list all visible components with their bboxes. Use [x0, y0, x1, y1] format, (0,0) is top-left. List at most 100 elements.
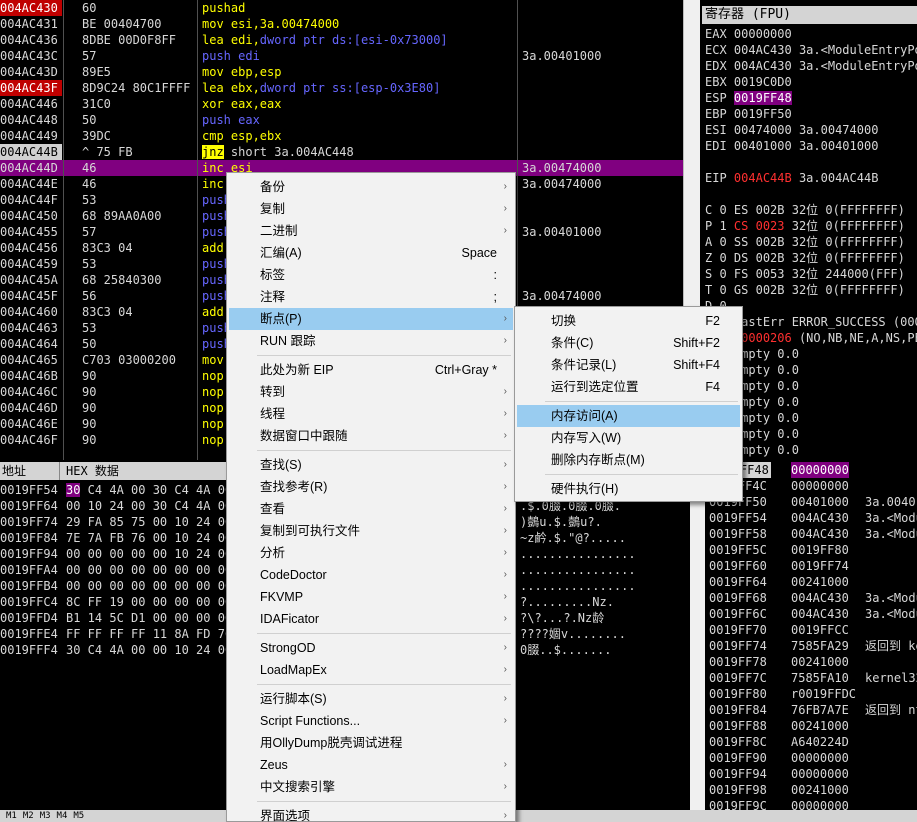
menu-item[interactable]: 复制 › [229, 198, 513, 220]
status-marker[interactable]: M1 [6, 811, 17, 821]
disasm-row[interactable]: 004AC448 50 push eax [0, 112, 683, 128]
stack-row[interactable]: 0019FF84 76FB7A7E 返回到 ntdll.76FB7A7E [705, 702, 917, 718]
stack-row[interactable]: 0019FF88 00241000 [705, 718, 917, 734]
register-value[interactable]: 0019FF50 [734, 107, 792, 121]
submenu-item[interactable]: 内存写入(W) [517, 427, 740, 449]
menu-item[interactable]: Script Functions... › [229, 710, 513, 732]
disasm-row[interactable]: 004AC446 31C0 xor eax,eax [0, 96, 683, 112]
dump-header-hex[interactable]: HEX 数据 [62, 462, 119, 480]
menu-item[interactable]: FKVMP › [229, 586, 513, 608]
stack-row[interactable]: 0019FF6C 004AC430 3a.<ModuleEntryPoint> [705, 606, 917, 622]
status-marker[interactable]: M3 [40, 811, 51, 821]
register-line[interactable]: Z 0 DS 002B 32位 0(FFFFFFFF) [705, 250, 905, 266]
status-marker[interactable]: M5 [73, 811, 84, 821]
disasm-row[interactable]: 004AC449 39DC cmp esp,ebx [0, 128, 683, 144]
register-value[interactable]: 004AC430 [734, 59, 792, 73]
register-line[interactable]: EBP 0019FF50 [705, 106, 799, 122]
disasm-row[interactable]: 004AC431 BE 00404700 mov esi,3a.00474000 [0, 16, 683, 32]
menu-item[interactable]: 界面选项 › [229, 805, 513, 822]
register-line[interactable]: P 1 CS 0023 32位 0(FFFFFFFF) [705, 218, 905, 234]
register-value[interactable]: FS 0053 [734, 267, 785, 281]
register-line[interactable]: ECX 004AC430 3a.<ModuleEntryPoint> [705, 42, 917, 58]
menu-item[interactable]: StrongOD › [229, 637, 513, 659]
menu-item[interactable]: 线程 › [229, 403, 513, 425]
register-line[interactable]: ESP 0019FF48 [705, 90, 799, 106]
register-line[interactable] [705, 186, 719, 202]
menu-item[interactable]: 查找(S) › [229, 454, 513, 476]
stack-row[interactable]: 0019FF90 00000000 [705, 750, 917, 766]
submenu-item[interactable]: 条件(C) Shift+F2 [517, 332, 740, 354]
menu-item[interactable]: 复制到可执行文件 › [229, 520, 513, 542]
dump-header-address[interactable]: 地址 [0, 462, 60, 480]
register-value[interactable]: 00474000 [734, 123, 792, 137]
register-value[interactable]: 00401000 [734, 139, 792, 153]
stack-row[interactable]: 0019FF58 004AC430 3a.<ModuleEntryPoint> [705, 526, 917, 542]
stack-row[interactable]: 0019FF54 004AC430 3a.<ModuleEntryPoint> [705, 510, 917, 526]
register-value[interactable]: GS 002B [734, 283, 785, 297]
submenu-item[interactable]: 条件记录(L) Shift+F4 [517, 354, 740, 376]
stack-row[interactable]: 0019FF5C 0019FF80 [705, 542, 917, 558]
stack-row[interactable]: 0019FF68 004AC430 3a.<ModuleEntryPoint> [705, 590, 917, 606]
stack-row[interactable]: 0019FF74 7585FA29 返回到 kernel32.7585FA29 [705, 638, 917, 654]
menu-item[interactable]: 用OllyDump脱壳调试进程 [229, 732, 513, 754]
stack-row[interactable]: 0019FF9C 00000000 [705, 798, 917, 810]
register-line[interactable]: EBX 0019C0D0 [705, 74, 799, 90]
menu-item[interactable]: 转到 › [229, 381, 513, 403]
stack-row[interactable]: 0019FF8C A640224D [705, 734, 917, 750]
menu-item[interactable]: Zeus › [229, 754, 513, 776]
register-line[interactable]: A 0 SS 002B 32位 0(FFFFFFFF) [705, 234, 905, 250]
register-value[interactable]: 004AC430 [734, 43, 792, 57]
register-line[interactable]: EIP 004AC44B 3a.004AC44B [705, 170, 878, 186]
disasm-row[interactable]: 004AC43F 8D9C24 80C1FFFF lea ebx,dword ptr… [0, 80, 683, 96]
submenu-item[interactable]: 删除内存断点(M) [517, 449, 740, 471]
register-line[interactable]: C 0 ES 002B 32位 0(FFFFFFFF) [705, 202, 905, 218]
menu-item[interactable]: 分析 › [229, 542, 513, 564]
menu-item[interactable]: 注释; [229, 286, 513, 308]
disasm-row[interactable]: 004AC43C 57 push edi 3a.00401000 [0, 48, 683, 64]
register-value[interactable]: 004AC44B [734, 171, 792, 185]
stack-row[interactable]: 0019FF80 r0019FFDC [705, 686, 917, 702]
register-value[interactable]: SS 002B [734, 235, 785, 249]
stack-row[interactable]: 0019FF70 0019FFCC [705, 622, 917, 638]
stack-row[interactable]: 0019FF94 00000000 [705, 766, 917, 782]
register-line[interactable]: S 0 FS 0053 32位 244000(FFF) [705, 266, 905, 282]
menu-item[interactable]: 查看 › [229, 498, 513, 520]
disasm-row[interactable]: 004AC430 60 pushad [0, 0, 683, 16]
menu-item[interactable]: 此处为新 EIP Ctrl+Gray * [229, 359, 513, 381]
register-line[interactable]: EDI 00401000 3a.00401000 [705, 138, 878, 154]
stack-pane[interactable]: 0019FF48000000000019FF4C000000000019FF50… [705, 462, 917, 810]
menu-item[interactable]: 备份 › [229, 176, 513, 198]
register-value[interactable]: CS 0023 [734, 219, 785, 233]
menu-item[interactable]: 查找参考(R) › [229, 476, 513, 498]
stack-row[interactable]: 0019FF64 00241000 [705, 574, 917, 590]
menu-item[interactable]: RUN 跟踪 › [229, 330, 513, 352]
register-value[interactable]: 00000000 [734, 27, 792, 41]
submenu-item[interactable]: 内存访问(A) [517, 405, 740, 427]
menu-item[interactable]: 二进制 › [229, 220, 513, 242]
stack-row[interactable]: 0019FF78 00241000 [705, 654, 917, 670]
stack-scrollbar[interactable] [690, 462, 705, 810]
status-marker[interactable]: M2 [23, 811, 34, 821]
menu-item[interactable]: 断点(P) › [229, 308, 513, 330]
stack-row[interactable]: 0019FF7C 7585FA10 kernel32.BaseThreadInitT… [705, 670, 917, 686]
register-value[interactable]: ES 002B [734, 203, 785, 217]
submenu-item[interactable]: 切换 F2 [517, 310, 740, 332]
menu-item[interactable]: 标签: [229, 264, 513, 286]
submenu-item[interactable]: 运行到选定位置 F4 [517, 376, 740, 398]
disasm-row[interactable]: 004AC436 8DBE 00D0F8FF lea edi,dword ptr d… [0, 32, 683, 48]
stack-row[interactable]: 0019FF98 00241000 [705, 782, 917, 798]
menu-item[interactable]: 中文搜索引擎 › [229, 776, 513, 798]
disasm-row[interactable]: 004AC44B ^ 75 FB jnz short 3a.004AC448 [0, 144, 683, 160]
status-marker[interactable]: M4 [57, 811, 68, 821]
menu-item[interactable]: 汇编(A) Space [229, 242, 513, 264]
menu-item[interactable]: 数据窗口中跟随 › [229, 425, 513, 447]
menu-item[interactable]: LoadMapEx › [229, 659, 513, 681]
register-line[interactable]: EDX 004AC430 3a.<ModuleEntryPoint> [705, 58, 917, 74]
menu-item[interactable]: 运行脚本(S) › [229, 688, 513, 710]
submenu-item[interactable]: 硬件执行(H) [517, 478, 740, 500]
register-line[interactable]: T 0 GS 002B 32位 0(FFFFFFFF) [705, 282, 905, 298]
register-line[interactable] [705, 154, 719, 170]
disasm-row[interactable]: 004AC43D 89E5 mov ebp,esp [0, 64, 683, 80]
menu-item[interactable]: IDAFicator › [229, 608, 513, 630]
menu-item[interactable]: CodeDoctor › [229, 564, 513, 586]
